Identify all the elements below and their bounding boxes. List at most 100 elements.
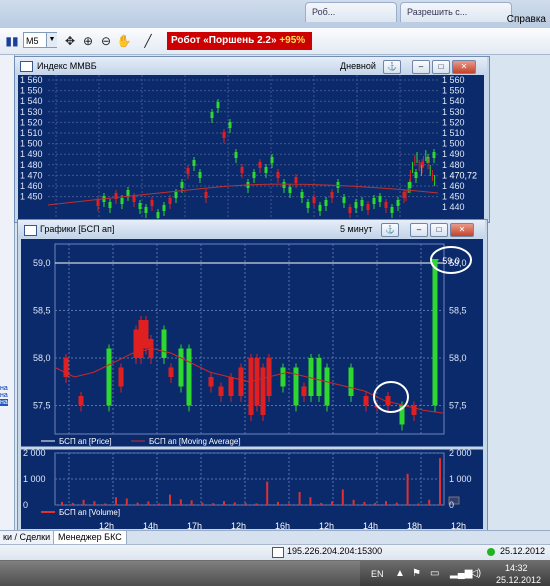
tab-deals[interactable]: ки / Сделки: [0, 531, 55, 544]
volume-tick-label: 1 000: [23, 474, 46, 484]
tab-label: Разрешить с...: [407, 7, 468, 17]
browser-tab-robot[interactable]: Роб...: [305, 2, 397, 22]
restore-button[interactable]: □: [432, 60, 450, 74]
price-candle: [348, 367, 354, 396]
volume-bar: [363, 501, 366, 505]
price-candle: [168, 367, 174, 377]
candle-body: [228, 122, 232, 128]
y-tick-label: 1 510: [20, 128, 43, 138]
line-tool-icon[interactable]: ╱: [140, 33, 156, 49]
y-tick-label: 1 560: [20, 75, 43, 85]
price-candle: [178, 348, 184, 387]
candle-body: [180, 182, 184, 188]
right-tick-label: 1 520: [442, 117, 465, 127]
hand-icon[interactable]: ✋: [116, 33, 132, 49]
candle-body: [408, 182, 412, 188]
show-hidden-icons[interactable]: ▲: [395, 568, 405, 579]
close-button[interactable]: ✕: [452, 60, 476, 74]
candle-body: [288, 187, 292, 193]
robot-banner[interactable]: Робот «Поршень 2.2» +95%: [167, 32, 312, 50]
volume-bar: [406, 473, 409, 505]
taskbar-apps-area: [0, 561, 360, 586]
minimize-button[interactable]: –: [410, 223, 428, 237]
mmvb-period: Дневной: [340, 61, 376, 71]
candle-body: [306, 202, 310, 208]
mmvb-chart: 1 5601 5501 5401 5301 5201 5101 5001 490…: [18, 75, 484, 220]
price-candle: [161, 329, 167, 358]
left-panel-links: на на на: [0, 385, 8, 406]
legend-volume: БСП ап [Volume]: [59, 508, 120, 517]
volume-bar: [212, 503, 215, 505]
volume-bar: [93, 501, 96, 505]
price-candle: [208, 377, 214, 387]
candle-body: [96, 200, 100, 206]
candle-body: [198, 172, 202, 178]
y-tick-label: 1 470: [20, 170, 43, 180]
volume-bar: [341, 489, 344, 505]
right-price-tick-label: 58,5: [449, 306, 467, 316]
bar-chart-icon[interactable]: ▮▮: [4, 33, 20, 49]
chevron-down-icon[interactable]: ▼: [46, 33, 57, 47]
price-candle: [324, 367, 330, 406]
language-indicator[interactable]: EN: [371, 569, 384, 579]
right-tick-label: 1 440: [442, 202, 465, 212]
candle-body: [252, 172, 256, 178]
anchor-icon[interactable]: ⚓: [381, 223, 399, 237]
candle-body: [192, 160, 196, 166]
crosshair-icon[interactable]: ✥: [62, 33, 78, 49]
minimize-button[interactable]: –: [412, 60, 430, 74]
zoom-out-icon[interactable]: ⊖: [98, 33, 114, 49]
clock-date: 25.12.2012: [496, 575, 542, 585]
y-tick-label: 1 520: [20, 117, 43, 127]
candle-body: [432, 152, 436, 158]
candle-body: [318, 205, 322, 211]
mmvb-y-ticks: 1 5601 5501 5401 5301 5201 5101 5001 490…: [20, 75, 43, 202]
volume-bar: [201, 502, 204, 505]
flag-icon[interactable]: ⚑: [412, 568, 421, 579]
price-candle: [248, 358, 254, 415]
chart-window-icon: [20, 61, 33, 72]
price-candle: [186, 348, 192, 406]
candle-body: [132, 196, 136, 202]
legend-ma: БСП ап [Moving Average]: [149, 437, 241, 446]
volume-bar: [320, 502, 323, 505]
price-tick-label: 59,0: [33, 258, 51, 268]
price-candle: [260, 367, 266, 415]
y-tick-label: 1 540: [20, 96, 43, 106]
y-tick-label: 1 500: [20, 139, 43, 149]
x-axis-label: 12h: [451, 521, 466, 529]
browser-tab-permit[interactable]: Разрешить с...: [400, 2, 512, 22]
restore-button[interactable]: □: [430, 223, 448, 237]
monitor-icon[interactable]: ▭: [430, 568, 439, 579]
anchor-icon[interactable]: ⚓: [383, 60, 401, 74]
candle-body: [144, 207, 148, 213]
volume-bar: [125, 498, 128, 505]
volume-icon[interactable]: ◁): [470, 568, 481, 579]
tab-label: Роб...: [312, 7, 336, 17]
volume-bar: [374, 502, 377, 505]
price-marker: 59,0: [442, 256, 460, 266]
candle-body: [186, 168, 190, 174]
tab-manager[interactable]: Менеджер БКС: [53, 531, 127, 545]
volume-tick-label: 0: [23, 500, 28, 510]
candle-body: [138, 203, 142, 209]
price-candle: [301, 386, 307, 396]
right-volume-tick-label: 2 000: [449, 448, 472, 458]
candle-body: [216, 102, 220, 108]
x-axis-label: 12h: [319, 521, 334, 529]
candle-body: [120, 198, 124, 204]
price-candle: [218, 386, 224, 396]
volume-bar: [395, 502, 398, 505]
volume-bar: [287, 503, 290, 505]
candle-body: [276, 172, 280, 178]
candle-body: [156, 212, 160, 218]
close-button[interactable]: ✕: [450, 223, 474, 237]
x-axis-label: 17h: [187, 521, 202, 529]
right-tick-label: 1 510: [442, 128, 465, 138]
volume-bar: [439, 458, 441, 505]
zoom-in-icon[interactable]: ⊕: [80, 33, 96, 49]
volume-bar: [331, 501, 333, 505]
help-menu[interactable]: Справка: [507, 14, 546, 25]
candle-body: [162, 205, 166, 211]
price-candle: [411, 405, 417, 415]
